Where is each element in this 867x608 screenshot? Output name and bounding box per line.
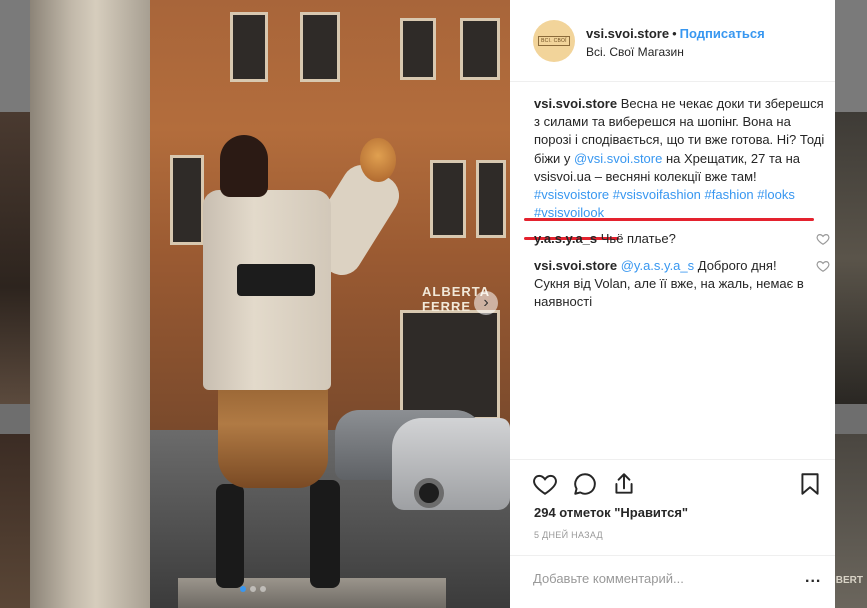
comment-username[interactable]: vsi.svoi.store (534, 258, 617, 273)
post-header: ВСІ. СВОЇ vsi.svoi.store • Подписаться Всі… (510, 0, 835, 82)
photo-window (170, 155, 204, 245)
post-author-username[interactable]: vsi.svoi.store (586, 26, 669, 41)
backdrop-post-thumbnail[interactable] (0, 112, 30, 404)
post-header-line: vsi.svoi.store • Подписаться (586, 26, 765, 41)
photo-window (476, 160, 506, 238)
comment-text: Чьё платье? (600, 231, 676, 247)
backdrop-gap (0, 404, 30, 434)
bookmark-icon[interactable] (797, 471, 823, 497)
post-caption: vsi.svoi.store Весна не чекає доки ти зб… (524, 95, 826, 240)
post-photo[interactable]: ALBERTA FERRE (30, 0, 510, 608)
avatar-logo-text: ВСІ. СВОЇ (538, 36, 570, 46)
chevron-right-icon: › (483, 294, 489, 311)
comment-username[interactable]: y.a.s.y.a_s (534, 231, 597, 246)
photo-pillar (30, 0, 150, 608)
photo-person-head (220, 135, 268, 197)
carousel-dot (260, 586, 266, 592)
backdrop-post-thumbnail[interactable] (0, 434, 30, 608)
likes-count[interactable]: 294 отметок "Нравится" (534, 505, 688, 520)
photo-person-boot (310, 480, 340, 588)
post-side-panel: ВСІ. СВОЇ vsi.svoi.store • Подписаться Всі… (510, 0, 835, 608)
comment-item: vsi.svoi.store @y.a.s.y.a_s Доброго дня!… (534, 257, 830, 312)
photo-window (400, 18, 436, 80)
photo-car (392, 418, 510, 510)
photo-window (300, 12, 340, 82)
caption-mention[interactable]: @vsi.svoi.store (574, 151, 662, 166)
follow-button[interactable]: Подписаться (680, 26, 765, 41)
add-comment-bar: ... (510, 555, 835, 608)
comment-icon[interactable] (572, 471, 598, 497)
annotation-underline (524, 218, 814, 221)
comments-list: vsi.svoi.store Весна не чекає доки ти зб… (524, 95, 830, 312)
photo-storefront (400, 310, 500, 420)
more-options-icon[interactable]: ... (805, 569, 821, 587)
carousel-dot-active (240, 586, 246, 592)
carousel-indicator (240, 586, 266, 592)
photo-person-belt (237, 264, 315, 296)
photo-window (430, 160, 466, 238)
avatar[interactable]: ВСІ. СВОЇ (533, 20, 575, 62)
comment-item: y.a.s.y.a_s Чьё платье? (534, 230, 830, 248)
dot-separator: • (672, 26, 677, 41)
next-photo-button[interactable]: › (474, 291, 498, 315)
comment-like-icon[interactable] (816, 232, 830, 246)
post-location[interactable]: Всі. Свої Магазин (586, 45, 684, 59)
carousel-dot (250, 586, 256, 592)
add-comment-input[interactable] (533, 569, 783, 587)
caption-hashtags[interactable]: #vsisvoistore #vsisvoifashion #fashion #… (534, 187, 795, 220)
heart-icon[interactable] (532, 471, 558, 497)
post-timestamp[interactable]: 5 ДНЕЙ НАЗАД (534, 530, 603, 540)
post-actions-bar (510, 459, 835, 507)
caption-username[interactable]: vsi.svoi.store (534, 96, 617, 111)
photo-window (230, 12, 268, 82)
photo-flower (360, 138, 396, 182)
comment-like-icon[interactable] (816, 259, 830, 273)
photo-car-wheel (414, 478, 444, 508)
photo-person-boot (216, 484, 244, 588)
photo-window (460, 18, 500, 80)
share-icon[interactable] (611, 471, 637, 497)
comment-mention[interactable]: @y.a.s.y.a_s (621, 258, 694, 273)
backdrop-thumbnail-text: BERT (835, 575, 863, 586)
